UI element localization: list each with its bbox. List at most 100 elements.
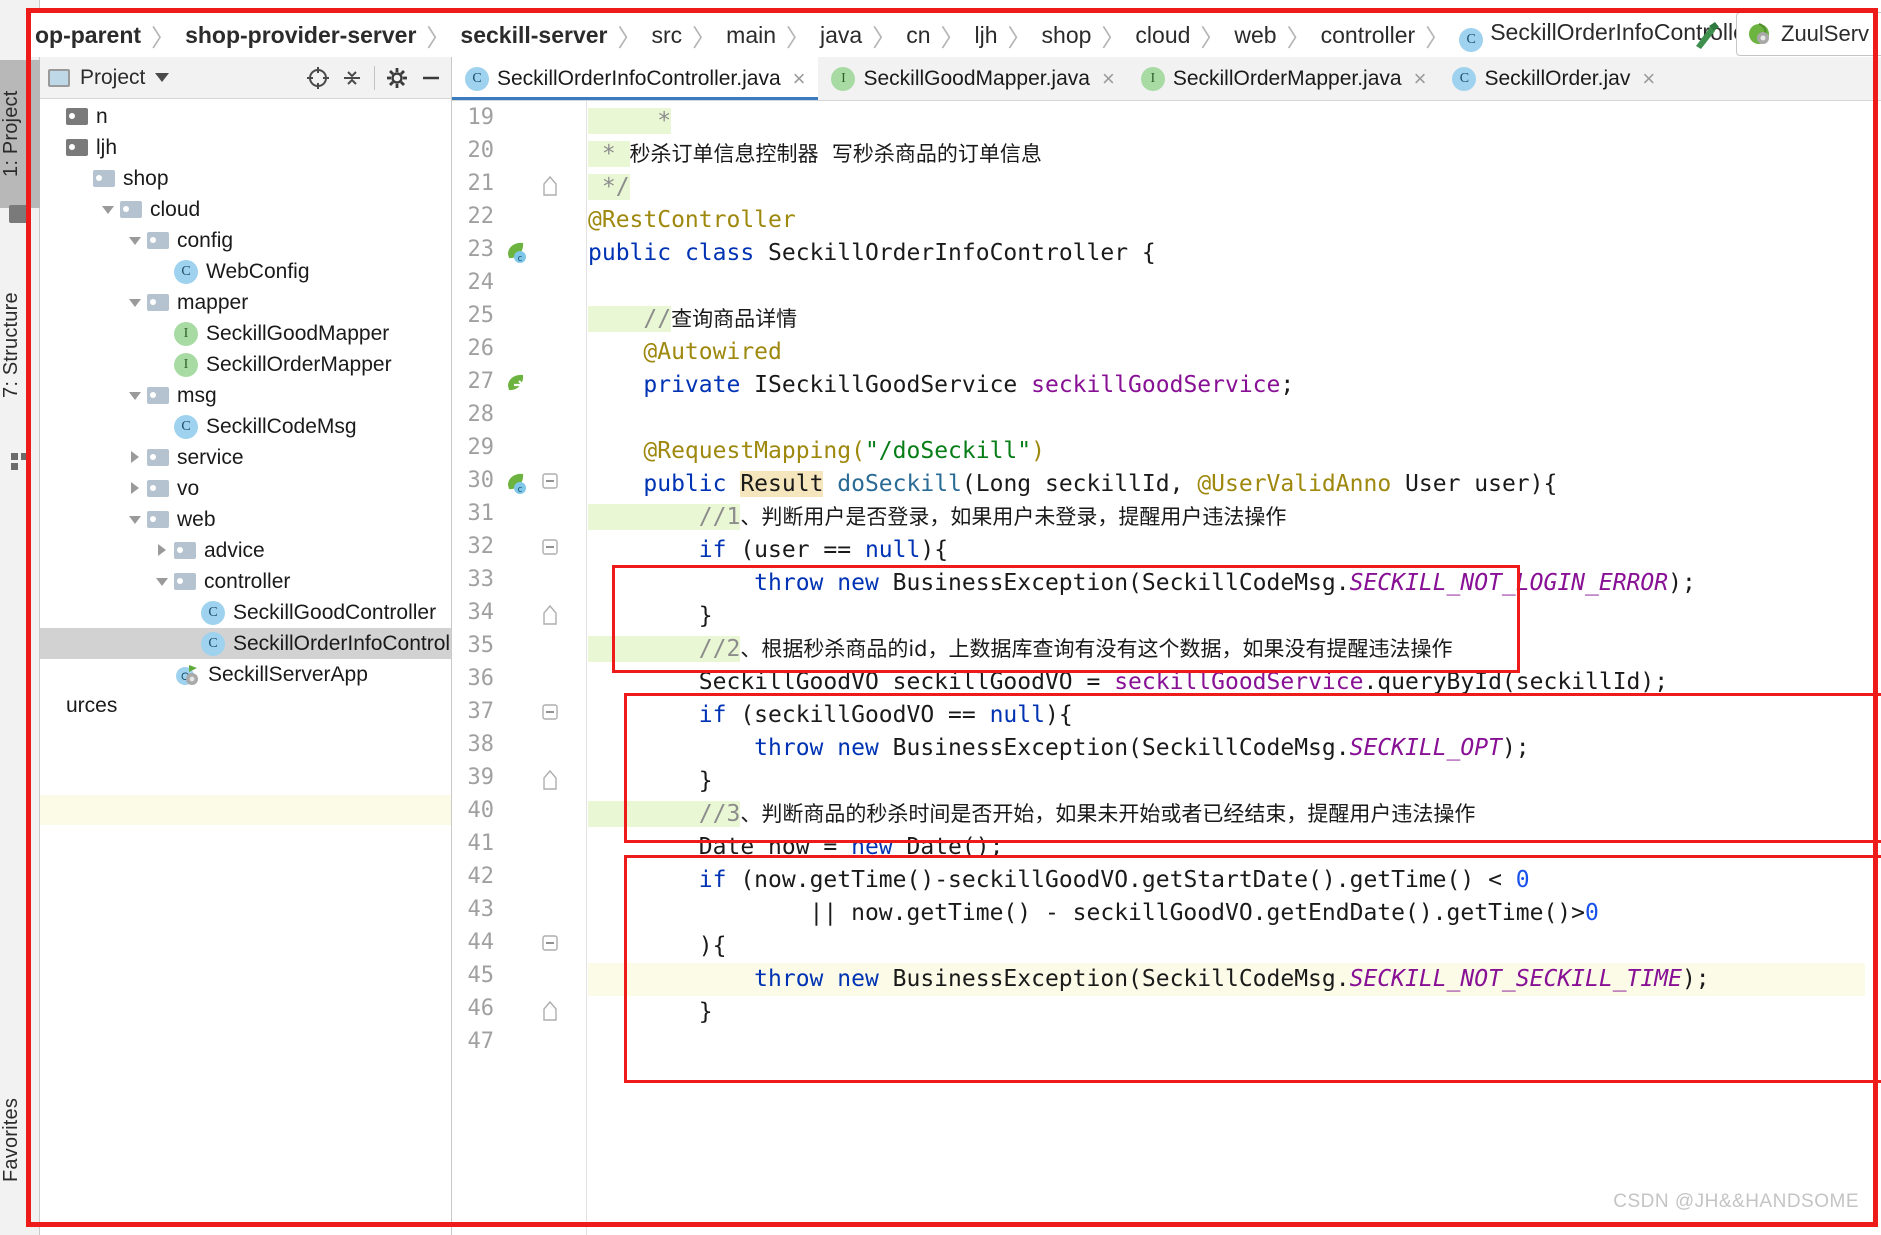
breadcrumb-item-cloud[interactable]: cloud xyxy=(1135,22,1190,49)
close-icon[interactable]: × xyxy=(1642,66,1655,92)
collapse-all-icon[interactable] xyxy=(340,66,364,90)
tree-item-seckillserverapp[interactable]: C SeckillServerApp xyxy=(40,659,451,690)
line-number: 47 xyxy=(467,1029,495,1054)
code-token: .queryById(seckillId); xyxy=(1363,669,1669,695)
code-fold-end-icon[interactable] xyxy=(540,603,562,629)
tree-item-n[interactable]: n xyxy=(40,101,451,132)
breadcrumb-item-cn[interactable]: cn xyxy=(906,22,930,49)
twisty-expanded-icon[interactable] xyxy=(125,385,147,407)
autowire-gutter-icon[interactable] xyxy=(504,372,530,398)
close-icon[interactable]: × xyxy=(793,66,806,92)
chevron-down-icon[interactable] xyxy=(155,73,170,82)
breadcrumb-item-seckill-server[interactable]: seckill-server xyxy=(460,22,607,49)
tree-item-config[interactable]: config xyxy=(40,225,451,256)
tree-item-cloud[interactable]: cloud xyxy=(40,194,451,225)
breadcrumb-item-java[interactable]: java xyxy=(820,22,862,49)
spring-application-icon: C xyxy=(174,663,200,687)
code-fold-start-icon[interactable] xyxy=(540,471,562,497)
tree-item-vo[interactable]: vo xyxy=(40,473,451,504)
code-line: public class SeckillOrderInfoController … xyxy=(588,237,1156,270)
code-fold-start-icon[interactable] xyxy=(540,702,562,728)
breadcrumb-item-src[interactable]: src xyxy=(652,22,683,49)
tree-item-web[interactable]: web xyxy=(40,504,451,535)
class-icon: C xyxy=(1459,27,1484,52)
tree-item-ljh[interactable]: ljh xyxy=(40,132,451,163)
gear-icon[interactable] xyxy=(385,66,409,90)
breadcrumb-item-web[interactable]: web xyxy=(1234,22,1276,49)
tree-item-label: vo xyxy=(177,476,200,500)
twisty-expanded-icon[interactable] xyxy=(125,230,147,252)
tree-item-service[interactable]: service xyxy=(40,442,451,473)
twisty-expanded-icon[interactable] xyxy=(98,199,120,221)
twisty-expanded-icon[interactable] xyxy=(152,571,174,593)
code-fold-end-icon[interactable] xyxy=(540,174,562,200)
folder-icon xyxy=(174,542,196,559)
code-editor[interactable]: 19 20 21 22 23 c 24 25 26 27 28 29 30 c 31 32 33 34 35 36 37… xyxy=(452,101,1881,1235)
sidebar-item-structure[interactable]: 7: Structure xyxy=(0,250,40,440)
minimize-icon[interactable] xyxy=(419,66,443,90)
breadcrumb-item-main[interactable]: main xyxy=(726,22,776,49)
editor-tab-seckillordermapper-java[interactable]: I SeckillOrderMapper.java × xyxy=(1127,57,1440,100)
breadcrumb-item-controller[interactable]: controller xyxy=(1321,22,1416,49)
tree-item-seckillorderinfocontroller[interactable]: C SeckillOrderInfoController xyxy=(40,628,451,659)
run-configuration-selector[interactable]: ZuulServ xyxy=(1736,12,1881,56)
tree-item-advice[interactable]: advice xyxy=(40,535,451,566)
code-token: new xyxy=(851,834,907,860)
editor-area: C SeckillOrderInfoController.java × I Seckil… xyxy=(452,57,1881,1235)
breadcrumb-item-shop-provider-server[interactable]: shop-provider-server xyxy=(185,22,416,49)
tree-item-seckillcodemsg[interactable]: C SeckillCodeMsg xyxy=(40,411,451,442)
breadcrumb-item-op-parent[interactable]: op-parent xyxy=(35,22,141,49)
editor-scrollbar[interactable] xyxy=(1865,145,1881,1235)
code-fold-end-icon[interactable] xyxy=(540,768,562,794)
tree-item-mapper[interactable]: mapper xyxy=(40,287,451,318)
tree-item-label: advice xyxy=(204,538,265,562)
tree-item-webconfig[interactable]: C WebConfig xyxy=(40,256,451,287)
code-token: BusinessException(SeckillCodeMsg. xyxy=(892,966,1350,992)
code-token: Result xyxy=(740,471,824,497)
editor-tab-seckillorderinfocontroller-java[interactable]: C SeckillOrderInfoController.java × xyxy=(452,57,819,100)
twisty-collapsed-icon[interactable] xyxy=(125,447,147,469)
breadcrumb-item-ljh[interactable]: ljh xyxy=(975,22,998,49)
spring-bean-gutter-icon[interactable]: c xyxy=(504,471,530,497)
project-tree[interactable]: n ljh shop cloud config C WebConfig mapper I Seck… xyxy=(40,99,451,721)
code-token: doSeckill xyxy=(823,471,962,497)
twisty-collapsed-icon[interactable] xyxy=(152,540,174,562)
sidebar-item-project[interactable]: 1: Project xyxy=(0,60,40,208)
twisty-collapsed-icon[interactable] xyxy=(125,478,147,500)
twisty-expanded-icon[interactable] xyxy=(125,292,147,314)
tree-item-seckillordermapper[interactable]: I SeckillOrderMapper xyxy=(40,349,451,380)
close-icon[interactable]: × xyxy=(1102,66,1115,92)
run-configuration-label: ZuulServ xyxy=(1781,21,1870,46)
line-number: 38 xyxy=(467,732,495,757)
editor-tab-seckillgoodmapper-java[interactable]: I SeckillGoodMapper.java × xyxy=(818,57,1128,100)
code-token: if xyxy=(588,537,741,563)
code-line: ){ xyxy=(588,930,727,963)
editor-tab-bar[interactable]: C SeckillOrderInfoController.java × I Seckil… xyxy=(452,57,1881,101)
twisty-expanded-icon[interactable] xyxy=(125,509,147,531)
code-fold-start-icon[interactable] xyxy=(540,537,562,563)
code-token: Date now = xyxy=(588,834,852,860)
interface-icon: I xyxy=(174,321,198,346)
breadcrumb-separator: 〉 xyxy=(1007,24,1032,52)
code-fold-start-icon[interactable] xyxy=(540,933,562,959)
editor-tab-seckillorder-jav[interactable]: C SeckillOrder.jav × xyxy=(1439,57,1669,100)
target-icon[interactable] xyxy=(306,66,330,90)
tree-item-seckillgoodmapper[interactable]: I SeckillGoodMapper xyxy=(40,318,451,349)
tree-item-seckillgoodcontroller[interactable]: C SeckillGoodController xyxy=(40,597,451,628)
tree-item-shop[interactable]: shop xyxy=(40,163,451,194)
editor-gutter[interactable]: 19 20 21 22 23 c 24 25 26 27 28 29 30 c 31 32 33 34 35 36 37… xyxy=(452,101,587,1235)
code-token: 、判断用户是否登录，如果用户未登录，提醒用户违法操作 xyxy=(740,505,1287,529)
sidebar-item-favorites[interactable]: Favorites xyxy=(0,1060,40,1220)
code-fold-end-icon[interactable] xyxy=(540,999,562,1025)
hammer-icon[interactable] xyxy=(1690,18,1724,57)
close-icon[interactable]: × xyxy=(1414,66,1427,92)
tree-item-msg[interactable]: msg xyxy=(40,380,451,411)
breadcrumb-item-label: controller xyxy=(1320,21,1416,48)
tree-item-controller[interactable]: controller xyxy=(40,566,451,597)
code-content[interactable]: * * 秒杀订单信息控制器 写秒杀商品的订单信息 */ @RestControll… xyxy=(588,101,1881,1235)
folder-icon xyxy=(9,205,31,223)
tree-item-urces[interactable]: urces xyxy=(40,690,451,721)
breadcrumb-item-shop[interactable]: shop xyxy=(1042,22,1092,49)
spring-bean-gutter-icon[interactable]: c xyxy=(504,240,530,266)
